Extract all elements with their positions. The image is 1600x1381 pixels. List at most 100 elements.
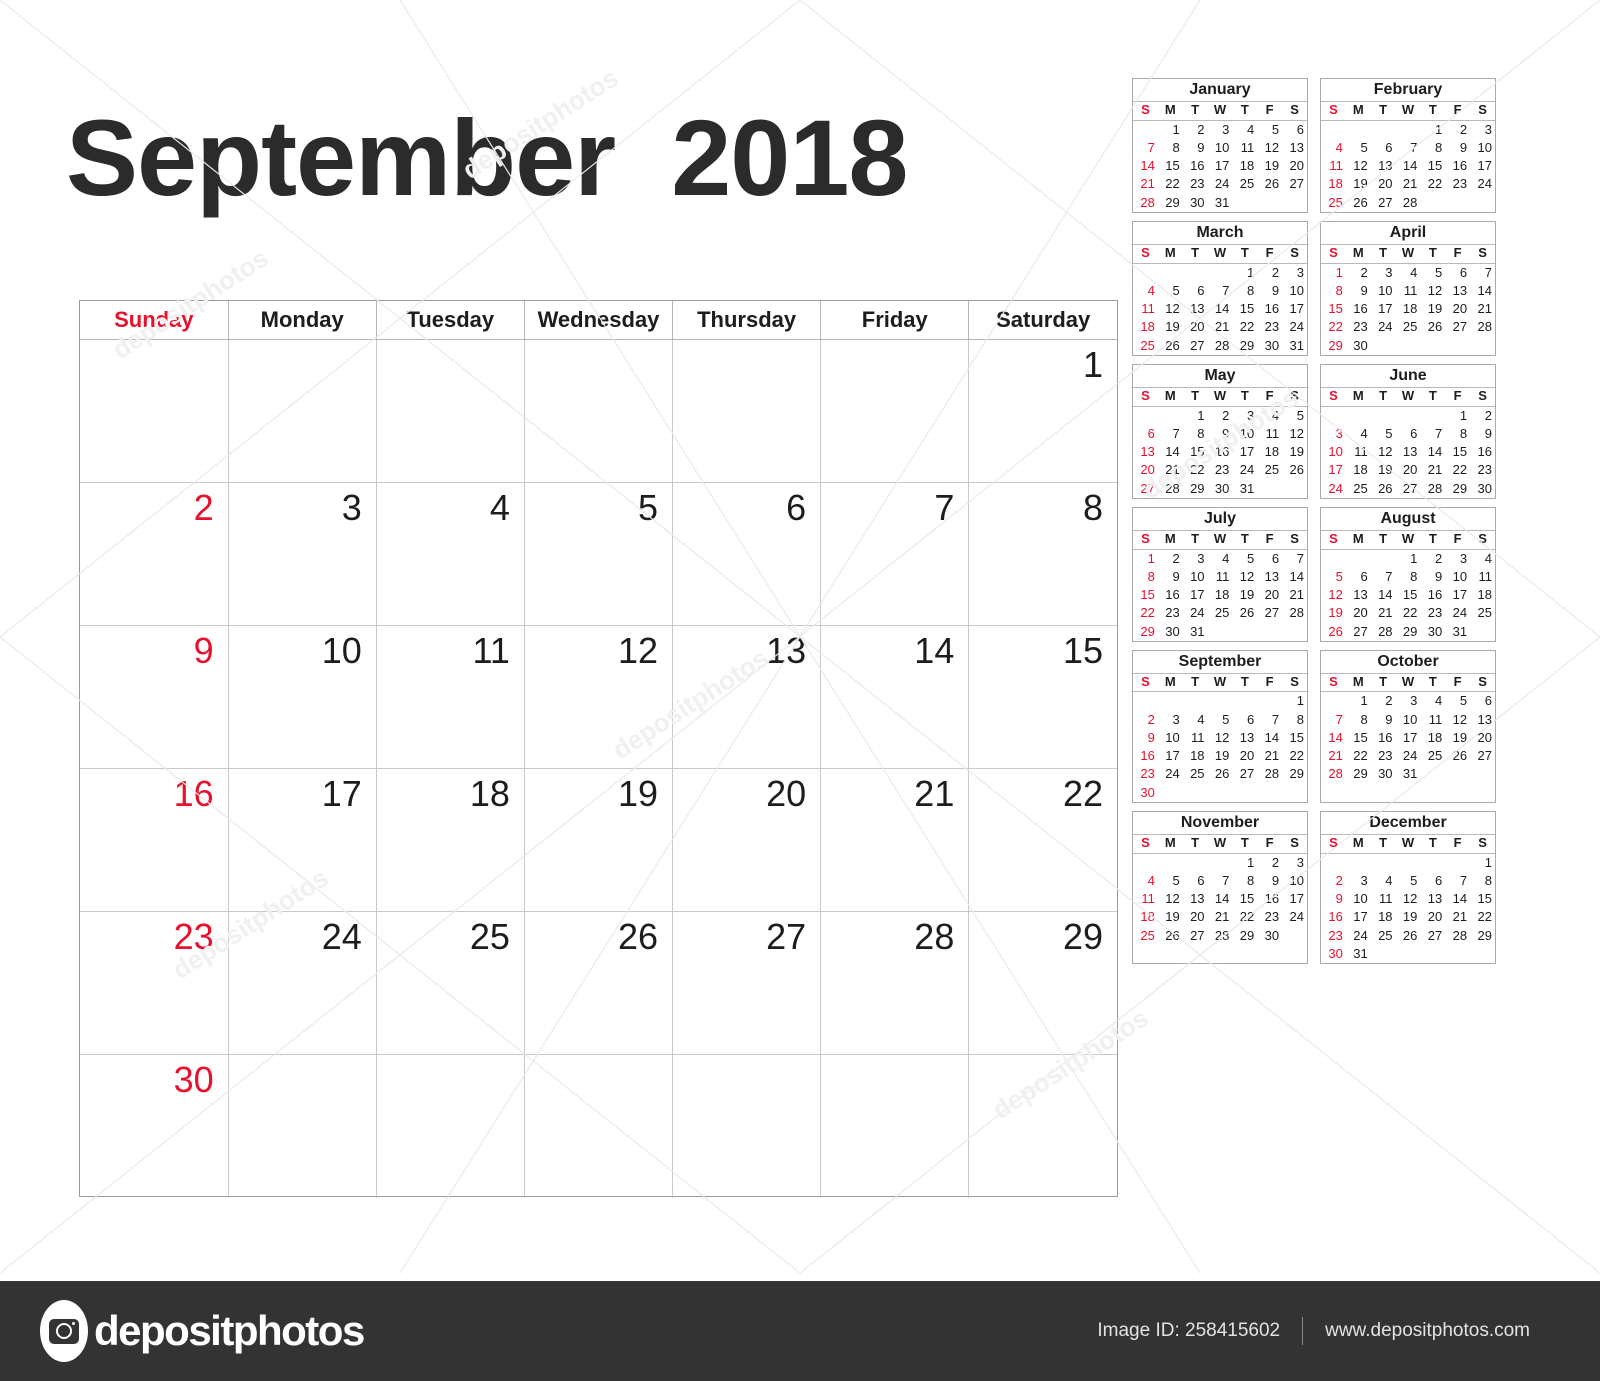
day-cell-20[interactable]: 20 [672,768,822,912]
mini-calendar-november[interactable]: November S M T W T F S 1 2 3 4 5 6 7 8 9 10 11 12 13 14 15 16 1… [1132,810,1308,965]
day-cell-12[interactable]: 12 [523,625,674,769]
mini-day-cell-26: 26 [1353,194,1368,210]
mini-day-cell-1: 1 [1246,854,1255,870]
mini-weekday-header: T [1182,102,1208,121]
mini-day-cell-20: 20 [1289,158,1304,174]
mini-day-cell-9: 9 [1222,425,1230,441]
day-cell-4[interactable]: 4 [375,482,525,626]
mini-day-cell-29: 29 [1165,194,1180,210]
mini-calendar-september[interactable]: September S M T W T F S 1 2 3 4 5 6 7 8 9 10 11 12 13 14 15 16… [1132,649,1308,803]
mini-day-cell-9: 9 [1197,139,1205,155]
day-cell-5[interactable]: 5 [523,482,674,626]
day-cell-empty[interactable] [820,1054,970,1198]
mini-day-cell-23: 23 [1190,176,1205,192]
mini-calendar-january[interactable]: January S M T W T F S 1 2 3 4 5 6 7 8 9 10 11 12 13 14 15 16 17… [1132,78,1308,213]
day-cell-22[interactable]: 22 [968,768,1117,912]
mini-calendar-title: March [1133,222,1307,246]
mini-day-cell-14: 14 [1402,158,1418,174]
mini-calendar-july[interactable]: July S M T W T F S 1 2 3 4 5 6 7 8 9 10 11 12 13 14 15 16 17 18 19… [1132,506,1308,642]
day-cell-23[interactable]: 23 [80,911,229,1055]
day-cell-28[interactable]: 28 [820,911,970,1055]
day-cell-9[interactable]: 9 [80,625,229,769]
day-cell-empty[interactable] [375,1054,525,1198]
day-cell-26[interactable]: 26 [523,911,674,1055]
day-cell-19[interactable]: 19 [523,768,674,912]
mini-calendar-title: December [1321,812,1495,836]
mini-day-cell-3: 3 [1385,264,1393,280]
mini-calendar-august[interactable]: August S M T W T F S 1 2 3 4 5 6 7 8 9 10 11 12 13 14 15 16 17 1… [1320,506,1496,642]
day-cell-empty[interactable] [672,339,822,483]
mini-weekday-header: S [1133,245,1158,264]
day-cell-30[interactable]: 30 [80,1054,229,1198]
day-cell-17[interactable]: 17 [227,768,377,912]
day-cell-empty[interactable] [375,339,525,483]
website-link[interactable]: www.depositphotos.com [1325,1320,1530,1342]
day-cell-empty[interactable] [523,1054,674,1198]
day-cell-empty[interactable] [968,1054,1117,1198]
mini-day-cell-empty [1396,406,1421,425]
weekday-header-friday: Friday [820,301,970,340]
mini-calendar-may[interactable]: May S M T W T F S 1 2 3 4 5 6 7 8 9 10 11 12 13 14 15 16 17 18 19… [1132,363,1308,499]
day-cell-6[interactable]: 6 [672,482,822,626]
day-cell-25[interactable]: 25 [375,911,525,1055]
mini-day-cell-empty [1321,853,1346,872]
mini-weekday-header: M [1157,835,1183,854]
mini-day-cell-6: 6 [1459,264,1468,280]
day-cell-13[interactable]: 13 [672,625,822,769]
mini-day-cell-empty [1321,549,1346,568]
mini-calendar-february[interactable]: February S M T W T F S 1 2 3 4 5 6 7 8 9 10 11 12 13 14 15 16 1… [1320,78,1496,213]
day-cell-empty[interactable] [523,339,674,483]
mini-calendar-april[interactable]: April S M T W T F S 1 2 3 4 5 6 7 8 9 10 11 12 13 14 15 16 17 18 1… [1320,220,1496,356]
day-cell-14[interactable]: 14 [820,625,970,769]
mini-day-cell-7: 7 [1385,568,1393,584]
mini-day-cell-24: 24 [1452,605,1468,621]
mini-day-cell-25: 25 [1264,462,1280,478]
day-cell-21[interactable]: 21 [820,768,970,912]
mini-weekday-header: S [1470,531,1495,550]
day-cell-empty[interactable] [820,339,970,483]
mini-day-cell-11: 11 [1141,891,1155,907]
day-cell-18[interactable]: 18 [375,768,525,912]
day-cell-29[interactable]: 29 [968,911,1117,1055]
mini-day-cell-9: 9 [1459,139,1468,155]
mini-day-cell-11: 11 [1141,301,1155,317]
mini-day-cell-11: 11 [1265,425,1280,441]
mini-day-cell-10: 10 [1214,139,1230,155]
mini-week-row: 123 [1133,853,1307,872]
day-cell-10[interactable]: 10 [227,625,377,769]
day-cell-1[interactable]: 1 [968,339,1117,483]
mini-calendar-december[interactable]: December S M T W T F S 1 2 3 4 5 6 7 8 9 10 11 12 13 14 15 16 1… [1320,810,1496,965]
mini-day-cell-empty [1420,853,1445,872]
mini-day-cell-empty [1346,549,1371,568]
day-cell-8[interactable]: 8 [968,482,1117,626]
day-cell-24[interactable]: 24 [227,911,377,1055]
weekday-header-thursday: Thursday [672,301,822,340]
day-cell-27[interactable]: 27 [672,911,822,1055]
day-cell-empty[interactable] [80,339,229,483]
mini-day-cell-empty [1208,263,1233,282]
day-cell-empty[interactable] [672,1054,822,1198]
day-cell-2[interactable]: 2 [80,482,229,626]
mini-day-cell-5: 5 [1296,407,1304,423]
day-cell-16[interactable]: 16 [80,768,229,912]
day-cell-3[interactable]: 3 [227,482,377,626]
mini-day-cell-23: 23 [1165,605,1180,621]
mini-weekday-header: M [1345,388,1371,407]
mini-week-row: 12 13 14 15 16 17 18 [1321,586,1495,604]
mini-calendar-march[interactable]: March S M T W T F S 1 2 3 4 5 6 7 8 9 10 11 12 13 14 15 16 17 18… [1132,220,1308,356]
day-cell-11[interactable]: 11 [375,625,525,769]
day-cell-7[interactable]: 7 [820,482,970,626]
mini-day-cell-11: 11 [1191,729,1205,745]
mini-weekday-header: S [1282,388,1307,407]
mini-day-cell-7: 7 [1147,139,1155,155]
mini-calendar-title: January [1133,79,1307,103]
day-cell-empty[interactable] [227,1054,377,1198]
mini-weekday-header: S [1133,531,1158,550]
mini-day-cell-10: 10 [1190,568,1205,584]
day-cell-empty[interactable] [227,339,377,483]
mini-calendar-october[interactable]: October S M T W T F S 1 2 3 4 5 6 7 8 9 10 11 12 13 14 15 16 17… [1320,649,1496,803]
mini-day-cell-23: 23 [1378,748,1393,764]
mini-day-cell-8: 8 [1246,872,1255,888]
day-cell-15[interactable]: 15 [968,625,1117,769]
mini-calendar-june[interactable]: June S M T W T F S 1 2 3 4 5 6 7 8 9 10 11 12 13 14 15 16 17 18 1… [1320,363,1496,499]
